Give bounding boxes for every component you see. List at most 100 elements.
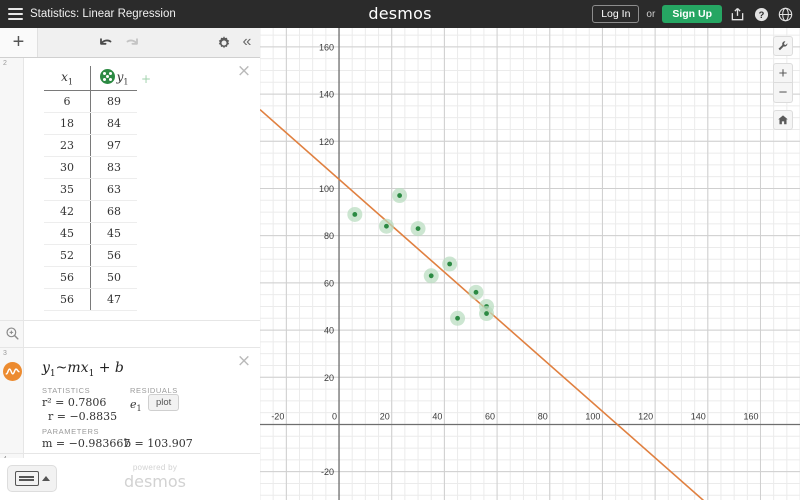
plot-residuals-button[interactable]: plot <box>148 394 180 411</box>
close-expression-button[interactable]: × <box>236 353 252 370</box>
table-body: 6 89 18 84 23 97 30 83 35 63 42 68 45 45 52 56 5… <box>44 90 137 311</box>
table-row[interactable]: 23 97 <box>44 134 137 157</box>
undo-button[interactable] <box>98 35 114 51</box>
keyboard-icon <box>14 471 39 486</box>
login-button[interactable]: Log In <box>592 4 640 24</box>
expression-index: 2 <box>3 60 7 67</box>
parameter-m-value: m = −0.983667 <box>42 437 131 450</box>
column-header-y1[interactable]: y1 + <box>90 66 151 91</box>
data-point[interactable] <box>352 212 358 217</box>
table-row[interactable]: 45 45 <box>44 222 137 245</box>
data-point[interactable] <box>447 261 453 267</box>
zoom-out-button[interactable]: − <box>773 83 793 103</box>
data-table[interactable]: x1 y1 + 6 89 18 84 23 97 30 83 35 63 42 … <box>44 66 151 311</box>
cell-x[interactable]: 52 <box>44 244 91 267</box>
cell-y[interactable]: 45 <box>90 222 137 245</box>
x1-label: x1 <box>61 69 73 87</box>
expression-toolbar: + « <box>0 28 260 58</box>
equation-lhs: y <box>42 360 50 376</box>
cell-x[interactable]: 56 <box>44 288 91 311</box>
data-point[interactable] <box>455 315 460 321</box>
graph-svg[interactable]: -20 0 20 40 60 80 100 120 140 160 -20 20 40 60 80 100 12… <box>260 28 800 500</box>
keyboard-toggle-button[interactable] <box>7 465 57 492</box>
regression-expression-row[interactable]: 3 × y1~mx1 + b STATISTICS r² = 0.7806 r … <box>0 348 260 454</box>
redo-button[interactable] <box>124 35 140 51</box>
cell-y[interactable]: 89 <box>90 90 137 113</box>
data-point[interactable] <box>384 223 389 229</box>
graph-canvas[interactable]: -20 0 20 40 60 80 100 120 140 160 -20 20 40 60 80 100 12… <box>260 28 800 500</box>
y-axis-tick-label: 120 <box>319 137 334 147</box>
table-row[interactable]: 56 50 <box>44 266 137 289</box>
table-row[interactable]: 42 68 <box>44 200 137 223</box>
y1-label: y1 <box>116 70 129 87</box>
x-axis-tick-label: 0 <box>332 411 337 421</box>
table-row[interactable]: 6 89 <box>44 90 137 113</box>
gear-icon[interactable] <box>216 35 232 51</box>
table-header-row: x1 y1 + <box>44 66 151 91</box>
cell-y[interactable]: 84 <box>90 112 137 135</box>
y-axis-tick-label: 40 <box>324 326 334 336</box>
x-axis-tick-label: 80 <box>538 411 548 421</box>
add-column-button[interactable]: + <box>141 72 151 86</box>
table-expression-row[interactable]: 2 × x1 y1 + 6 89 18 84 23 97 30 83 35 63… <box>0 58 260 321</box>
data-point[interactable] <box>397 193 403 198</box>
data-point[interactable] <box>473 289 479 295</box>
equation-rhs-post: + b <box>94 360 124 376</box>
graph-controls: + − <box>773 36 793 130</box>
x-axis-tick-label: 20 <box>380 411 390 421</box>
powered-by-branding: powered by desmos <box>105 464 205 490</box>
cell-y[interactable]: 47 <box>90 288 137 311</box>
collapse-panel-button[interactable]: « <box>238 32 256 52</box>
table-row[interactable]: 52 56 <box>44 244 137 267</box>
cell-y[interactable]: 83 <box>90 156 137 179</box>
table-row[interactable]: 30 83 <box>44 156 137 179</box>
x-axis-tick-label: 160 <box>743 411 758 421</box>
table-row[interactable]: 35 63 <box>44 178 137 201</box>
y-axis-tick-label: 160 <box>319 42 334 52</box>
regression-line[interactable] <box>260 109 800 500</box>
column-header-x1[interactable]: x1 <box>44 66 91 91</box>
graph-settings-wrench-icon[interactable] <box>773 36 793 56</box>
cell-y[interactable]: 97 <box>90 134 137 157</box>
data-point[interactable] <box>415 226 421 232</box>
cell-x[interactable]: 56 <box>44 266 91 289</box>
residual-var-sub: 1 <box>136 404 142 414</box>
data-point[interactable] <box>428 273 434 279</box>
globe-icon[interactable] <box>777 6 794 23</box>
series-style-dot-icon[interactable] <box>99 69 115 85</box>
x-axis-tick-label: -20 <box>271 411 284 421</box>
y-axis-tick-label: 60 <box>324 278 334 288</box>
r-value: r = −0.8835 <box>48 410 118 423</box>
cell-x[interactable]: 30 <box>44 156 91 179</box>
x-axis-tick-label: 120 <box>638 411 653 421</box>
table-row[interactable]: 18 84 <box>44 112 137 135</box>
cell-y[interactable]: 50 <box>90 266 137 289</box>
magnifier-plus-icon[interactable] <box>5 326 20 341</box>
desmos-app: Statistics: Linear Regression desmos Log… <box>0 0 800 500</box>
zoom-in-button[interactable]: + <box>773 63 793 83</box>
cell-x[interactable]: 18 <box>44 112 91 135</box>
regression-wave-icon[interactable] <box>3 362 22 381</box>
regression-equation[interactable]: y1~mx1 + b <box>42 360 124 379</box>
cell-x[interactable]: 23 <box>44 134 91 157</box>
share-icon[interactable] <box>729 6 746 23</box>
table-row[interactable]: 56 47 <box>44 288 137 311</box>
cell-x[interactable]: 45 <box>44 222 91 245</box>
y-axis-tick-label: -20 <box>321 467 334 477</box>
add-expression-button[interactable]: + <box>0 28 38 57</box>
cell-x[interactable]: 42 <box>44 200 91 223</box>
cell-y[interactable]: 63 <box>90 178 137 201</box>
cell-x[interactable]: 35 <box>44 178 91 201</box>
cell-x[interactable]: 6 <box>44 90 91 113</box>
home-reset-zoom-button[interactable] <box>773 110 793 130</box>
close-expression-button[interactable]: × <box>236 63 252 80</box>
cell-y[interactable]: 56 <box>90 244 137 267</box>
svg-text:?: ? <box>759 9 765 19</box>
parameter-b-value: b = 103.907 <box>124 437 193 450</box>
navbar-actions: Log In or Sign Up ? <box>592 0 794 28</box>
help-icon[interactable]: ? <box>753 6 770 23</box>
data-point[interactable] <box>484 311 489 316</box>
hamburger-menu-icon[interactable] <box>8 8 23 20</box>
cell-y[interactable]: 68 <box>90 200 137 223</box>
signup-button[interactable]: Sign Up <box>662 4 722 24</box>
